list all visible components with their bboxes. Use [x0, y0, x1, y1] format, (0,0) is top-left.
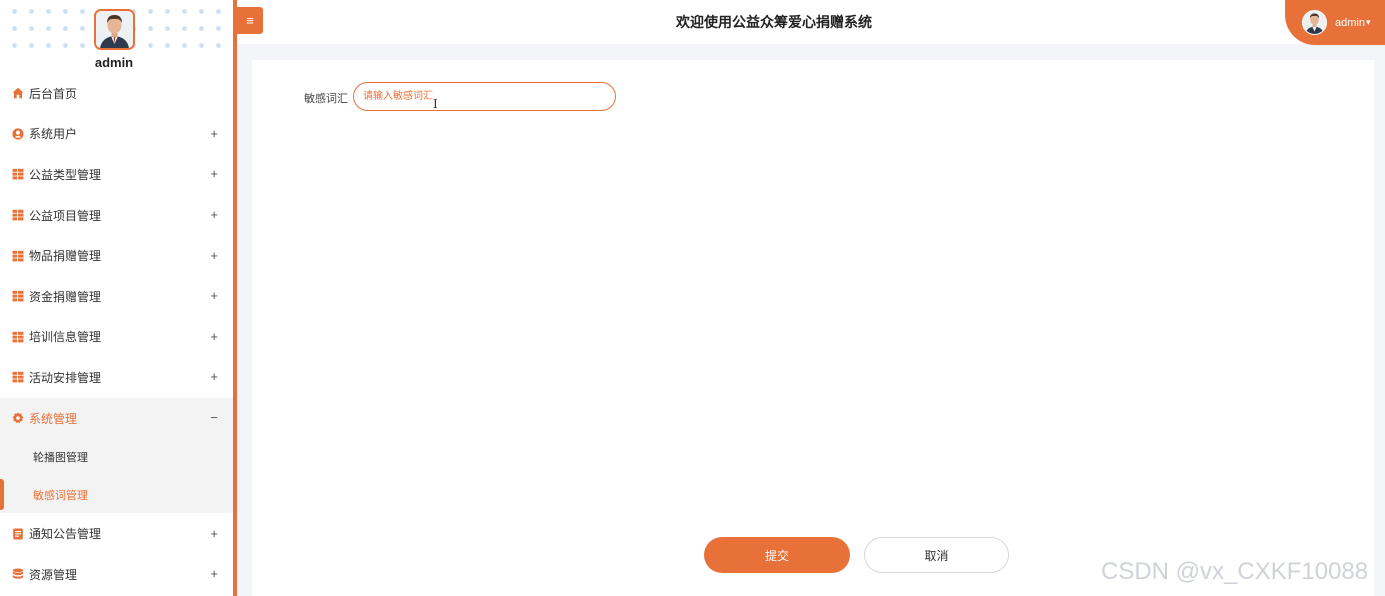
chevron-down-icon: ▾: [1365, 17, 1371, 27]
avatar-person-icon: [1303, 11, 1326, 34]
collapse-icon[interactable]: −: [210, 410, 218, 425]
grid-icon: [12, 250, 24, 262]
expand-icon[interactable]: +: [210, 369, 218, 384]
sidebar-item-label: 系统管理: [29, 411, 78, 426]
sidebar-item-label: 培训信息管理: [29, 330, 102, 345]
expand-icon[interactable]: +: [210, 566, 218, 581]
sidebar: admin 后台首页 系统用户 + 公益类型管理 + 公益项目管理 + 物品捐赠管理 + 资金捐赠…: [0, 0, 233, 596]
gear-icon: [12, 412, 24, 424]
expand-icon[interactable]: +: [210, 166, 218, 181]
notice-icon: [12, 528, 24, 540]
profile-avatar: [94, 9, 135, 50]
sidebar-item-label: 后台首页: [29, 86, 78, 101]
expand-icon[interactable]: +: [210, 207, 218, 222]
sidebar-menu: 后台首页 系统用户 + 公益类型管理 + 公益项目管理 + 物品捐赠管理 + 资金捐赠管理 + 培训信…: [0, 73, 233, 595]
sidebar-item[interactable]: 培训信息管理 +: [0, 317, 233, 358]
sidebar-item[interactable]: 系统管理 −: [0, 397, 233, 439]
grid-icon: [12, 168, 24, 180]
profile-name: admin: [94, 55, 134, 70]
expand-icon[interactable]: +: [210, 329, 218, 344]
expand-icon[interactable]: +: [210, 288, 218, 303]
sidebar-item-label: 资源管理: [29, 567, 78, 582]
sidebar-item-label: 物品捐赠管理: [29, 249, 102, 264]
user-menu[interactable]: admin ▾: [1285, 0, 1385, 45]
expand-icon[interactable]: +: [210, 525, 218, 540]
grid-icon: [12, 371, 24, 383]
grid-icon: [12, 331, 24, 343]
grid-icon: [12, 290, 24, 302]
sidebar-item-label: 通知公告管理: [29, 527, 102, 542]
user-avatar: [1302, 10, 1327, 35]
page-title: 欢迎使用公益众筹爱心捐赠系统: [676, 14, 872, 30]
user-name: admin: [1335, 16, 1365, 29]
sidebar-item[interactable]: 资源管理 +: [0, 554, 233, 595]
submenu-item[interactable]: 敏感词管理: [0, 476, 233, 514]
text-cursor-icon: I: [433, 97, 438, 111]
sensitive-word-input[interactable]: [353, 82, 616, 111]
sidebar-item-label: 公益类型管理: [29, 167, 102, 182]
sidebar-item-label: 公益项目管理: [29, 208, 102, 223]
sidebar-item-label: 资金捐赠管理: [29, 289, 102, 304]
avatar-person-icon: [96, 11, 133, 48]
submit-button[interactable]: 提交: [704, 537, 850, 573]
sidebar-item[interactable]: 活动安排管理 +: [0, 357, 233, 398]
sidebar-item[interactable]: 物品捐赠管理 +: [0, 235, 233, 276]
database-icon: [12, 568, 24, 580]
sidebar-border: [233, 0, 237, 596]
sidebar-item[interactable]: 公益类型管理 +: [0, 154, 233, 195]
submenu: 轮播图管理 敏感词管理: [0, 438, 233, 514]
sidebar-item[interactable]: 通知公告管理 +: [0, 513, 233, 554]
sidebar-item[interactable]: 系统用户 +: [0, 114, 233, 155]
submenu-item[interactable]: 轮播图管理: [0, 438, 233, 476]
home-icon: [12, 87, 24, 99]
sidebar-item[interactable]: 后台首页: [0, 73, 233, 114]
user-icon: [12, 128, 24, 140]
watermark: CSDN @vx_CXKF10088: [1101, 558, 1369, 585]
sidebar-item[interactable]: 公益项目管理 +: [0, 195, 233, 236]
sidebar-item-label: 活动安排管理: [29, 370, 102, 385]
expand-icon[interactable]: +: [210, 126, 218, 141]
sidebar-item[interactable]: 资金捐赠管理 +: [0, 276, 233, 317]
expand-icon[interactable]: +: [210, 247, 218, 262]
sensitive-word-label: 敏感词汇: [304, 93, 348, 105]
top-header: ≡ 欢迎使用公益众筹爱心捐赠系统 admin ▾: [237, 0, 1385, 45]
cancel-button[interactable]: 取消: [864, 537, 1009, 573]
sidebar-item-label: 系统用户: [29, 127, 78, 142]
main-content: 敏感词汇 提交 取消: [252, 60, 1374, 596]
grid-icon: [12, 209, 24, 221]
